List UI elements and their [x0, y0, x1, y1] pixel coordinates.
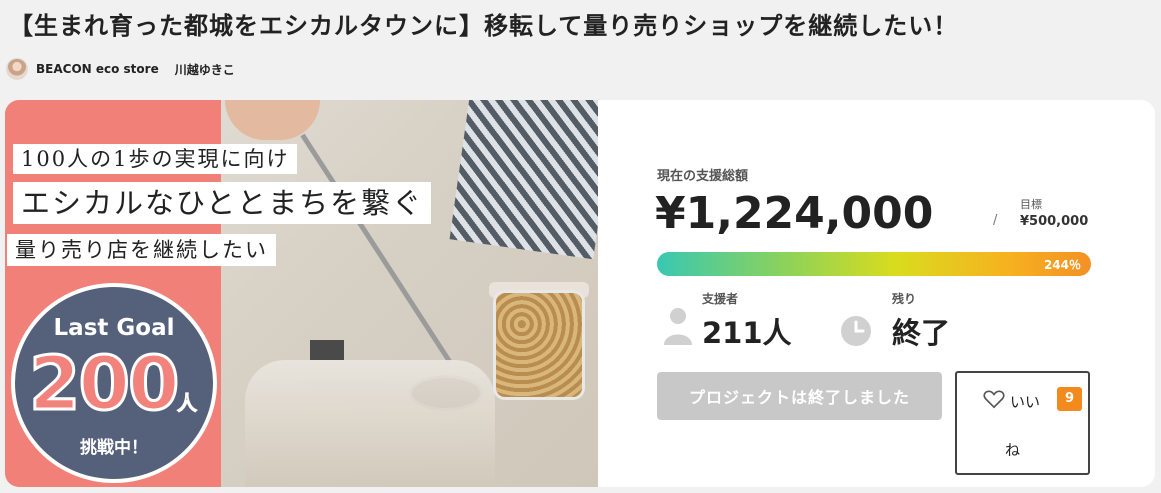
like-label-wrap: ね	[1005, 441, 1021, 459]
owner-person-name[interactable]: 川越ゆきこ	[175, 61, 235, 78]
last-goal-unit: 人	[177, 391, 198, 416]
hero-granola-jar	[493, 290, 585, 400]
last-goal-challenge: 挑戦中！	[80, 438, 148, 458]
progress-bar: 244％	[657, 252, 1091, 276]
supporters-count: 211人	[702, 316, 792, 350]
remaining-value: 終了	[892, 316, 951, 350]
hero-image: 100人の1歩の実現に向け エシカルなひととまちを繋ぐ 量り売り店を継続したい …	[5, 100, 598, 487]
goal-amount: ¥500,000	[1020, 214, 1089, 229]
total-amount: ¥1,224,000	[655, 188, 934, 239]
owner-info: BEACON eco store 川越ゆきこ	[6, 57, 235, 81]
remaining-label: 残り	[892, 292, 917, 306]
heart-icon	[983, 390, 1005, 409]
clock-icon	[841, 316, 871, 346]
hero-large-jar	[245, 360, 495, 487]
owner-avatar[interactable]	[6, 58, 28, 80]
hero-banner-line3: 量り売り店を継続したい	[7, 234, 276, 266]
hero-banner-line1: 100人の1歩の実現に向け	[13, 144, 298, 174]
goal-label: 目標	[1020, 198, 1042, 211]
like-count-badge: 9	[1057, 387, 1082, 411]
last-goal-badge: Last Goal 200 人 挑戦中！	[11, 283, 217, 483]
project-ended-button[interactable]: プロジェクトは終了しました	[657, 372, 942, 420]
supporters-label: 支援者	[702, 292, 739, 306]
hero-jar-tag	[310, 340, 344, 360]
last-goal-label: Last Goal	[53, 315, 175, 341]
like-button[interactable]: いい 9 ね	[955, 371, 1090, 475]
progress-percent: 244％	[1043, 258, 1081, 272]
last-goal-number: 200	[27, 340, 180, 429]
owner-store-name[interactable]: BEACON eco store	[36, 62, 159, 76]
project-card: 100人の1歩の実現に向け エシカルなひととまちを繋ぐ 量り売り店を継続したい …	[5, 100, 1155, 487]
hero-spoon-handle	[300, 133, 452, 363]
supporter-icon	[664, 308, 692, 345]
total-label: 現在の支援総額	[657, 169, 749, 184]
project-title: 【生まれ育った都城をエシカルタウンに】移転して量り売りショップを継続したい！	[9, 12, 959, 40]
hero-striped-sleeve	[449, 100, 598, 260]
like-label: いい	[1010, 393, 1041, 411]
goal-separator: /	[993, 213, 998, 228]
hero-banner-line2: エシカルなひととまちを繋ぐ	[13, 182, 432, 224]
hero-hand	[225, 100, 320, 140]
